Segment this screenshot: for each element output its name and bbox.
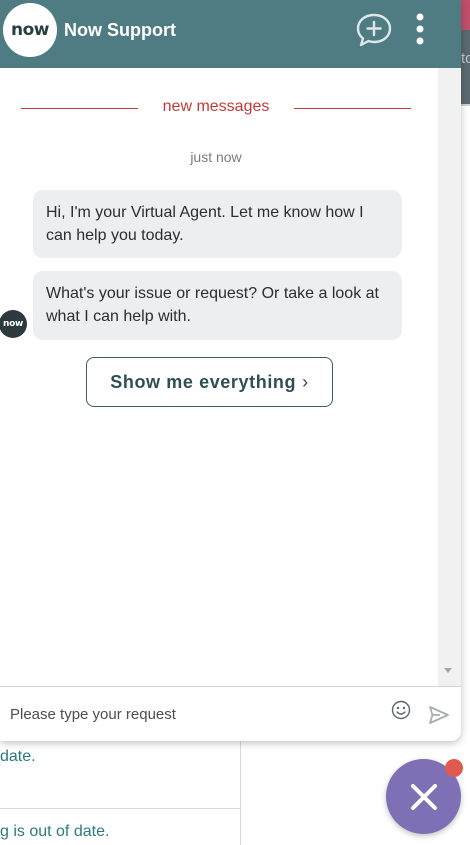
chat-header: now Now Support <box>0 0 461 68</box>
notification-badge <box>445 759 463 777</box>
send-icon <box>429 706 449 724</box>
send-button[interactable] <box>428 704 450 726</box>
transcript-scrollbar[interactable] <box>438 68 461 686</box>
new-messages-separator: new messages <box>162 98 270 115</box>
chat-plus-icon <box>356 13 392 47</box>
smiley-icon <box>391 700 411 720</box>
show-me-everything-button[interactable]: Show me everything › <box>86 357 333 407</box>
agent-message-bubble: What's your issue or request? Or take a … <box>33 271 402 340</box>
agent-avatar: now <box>0 310 27 338</box>
scroll-down-arrow-icon[interactable] <box>444 668 452 673</box>
chat-title: Now Support <box>64 20 176 40</box>
options-menu-button[interactable] <box>408 12 432 48</box>
new-conversation-button[interactable] <box>354 12 394 48</box>
message-input[interactable] <box>10 702 380 726</box>
message-timestamp: just now <box>190 149 242 165</box>
background-text-2: g is out of date. <box>0 823 110 840</box>
chevron-right-icon: › <box>302 371 309 392</box>
avatar-logo-text: now <box>2 319 23 329</box>
separator-line-left <box>21 108 138 109</box>
separator-line-right <box>294 108 411 109</box>
background-column-divider <box>240 740 241 845</box>
background-text-partial: to <box>461 50 470 67</box>
background-text-1: date. <box>0 748 36 765</box>
emoji-button[interactable] <box>391 700 411 720</box>
background-banner-accent <box>461 0 470 30</box>
message-composer <box>0 686 461 741</box>
kebab-menu-icon <box>416 13 424 45</box>
chat-widget: now Now Support new messages just now Hi… <box>0 0 461 741</box>
close-icon <box>410 783 437 810</box>
agent-message-bubble: Hi, I'm your Virtual Agent. Let me know … <box>33 190 402 258</box>
now-logo: now <box>3 3 57 57</box>
logo-text: now <box>11 20 50 40</box>
background-divider <box>461 104 470 106</box>
show-me-everything-label: Show me everything <box>110 371 297 392</box>
background-row-divider <box>0 808 240 809</box>
